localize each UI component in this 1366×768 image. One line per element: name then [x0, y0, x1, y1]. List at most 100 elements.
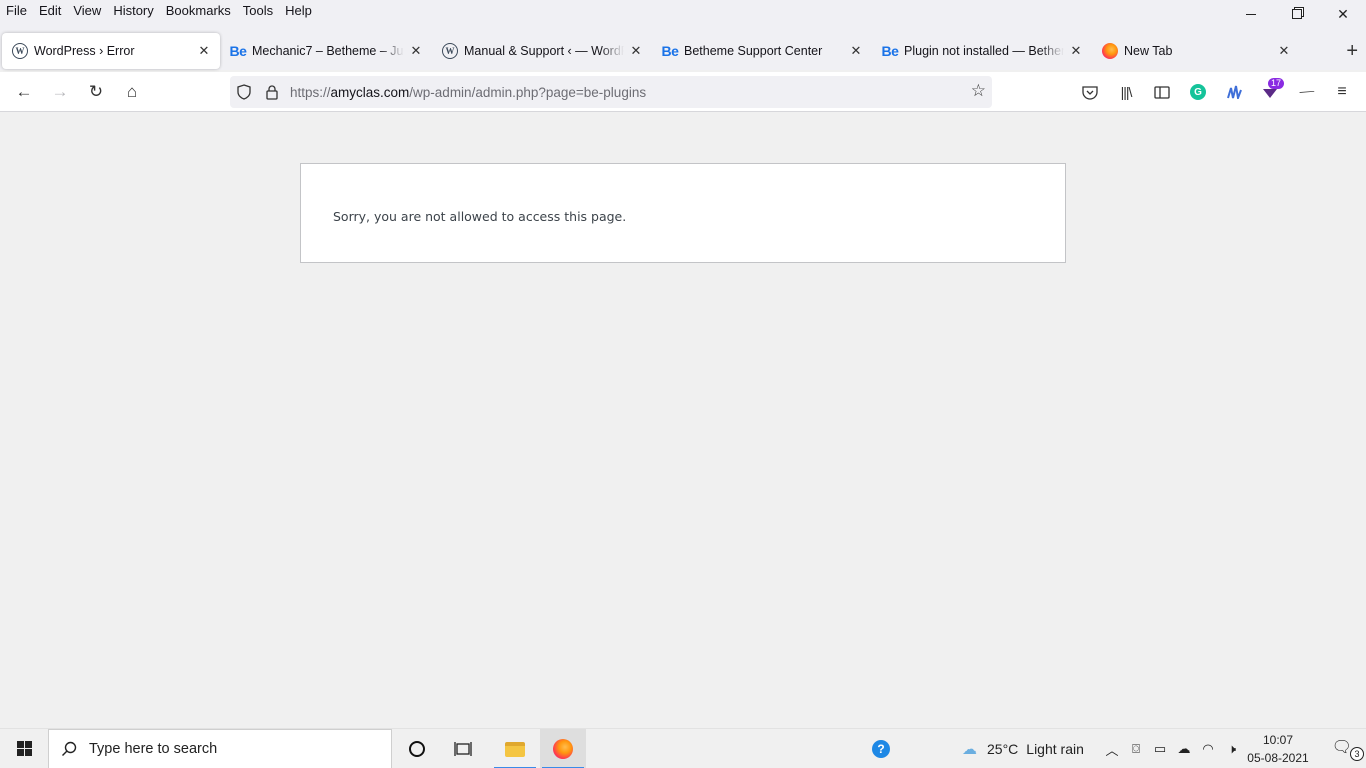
url-scheme: https:// — [290, 84, 331, 100]
wordpress-icon: W — [442, 43, 458, 59]
menu-help[interactable]: Help — [279, 0, 318, 18]
tab-close-icon[interactable]: ✕ — [1068, 43, 1084, 59]
wordpress-logo-icon: W — [442, 43, 458, 59]
help-taskbar-button[interactable]: ? — [858, 729, 904, 768]
firefox-taskbar-button[interactable] — [540, 729, 586, 768]
weather-description: Light rain — [1026, 741, 1084, 757]
file-explorer-button[interactable] — [492, 729, 538, 768]
menu-bookmarks[interactable]: Bookmarks — [160, 0, 237, 18]
library-button[interactable]: |||\ — [1108, 76, 1144, 108]
pocket-icon — [1082, 85, 1098, 100]
wordpress-logo-icon: W — [12, 43, 28, 59]
tab-title: Manual & Support ‹ — WordPress — [464, 44, 624, 58]
tab-close-icon[interactable]: ✕ — [628, 43, 644, 59]
back-arrow-icon: ← — [15, 81, 33, 101]
error-message-box: Sorry, you are not allowed to access thi… — [300, 163, 1066, 263]
chevron-up-icon[interactable]: ︿ — [1100, 740, 1124, 759]
menu-view[interactable]: View — [67, 0, 107, 18]
menu-button[interactable]: ≡ — [1324, 76, 1360, 108]
forward-button[interactable]: → — [42, 76, 78, 108]
extension-chart-button[interactable] — [1216, 76, 1252, 108]
menu-history[interactable]: History — [107, 0, 159, 18]
taskbar-search-box[interactable]: Type here to search — [48, 729, 392, 768]
url-bar[interactable]: https://amyclas.com/wp-admin/admin.php?p… — [230, 76, 992, 108]
library-icon: |||\ — [1120, 84, 1133, 100]
extension-badge-button[interactable]: 17 — [1252, 76, 1288, 108]
tab-strip: W WordPress › Error ✕ Be Mechanic7 – Bet… — [0, 32, 1366, 70]
taskbar-clock[interactable]: 10:07 05-08-2021 — [1244, 731, 1312, 767]
minimize-button[interactable] — [1228, 0, 1274, 28]
tracking-protection-shield-icon[interactable] — [230, 78, 258, 106]
meet-now-icon[interactable]: ⌼ — [1124, 741, 1148, 757]
new-tab-plus-icon[interactable]: + — [1346, 40, 1358, 63]
search-icon — [49, 741, 89, 757]
sidebar-icon — [1154, 85, 1170, 99]
tab-close-icon[interactable]: ✕ — [408, 43, 424, 59]
menu-bar: File Edit View History Bookmarks Tools H… — [0, 0, 1366, 34]
chart-extension-icon — [1227, 85, 1242, 99]
betheme-icon: Be — [662, 43, 679, 59]
toolbar-right: |||\ G 17 ⟋ ≡ — [1072, 76, 1360, 108]
bookmark-star-icon[interactable]: ☆ — [971, 81, 986, 101]
eyedropper-button[interactable]: ⟋ — [1288, 76, 1324, 108]
url-path: /wp-admin/admin.php?page=be-plugins — [409, 84, 647, 100]
onedrive-cloud-icon[interactable]: ☁ — [1172, 741, 1196, 757]
menu-tools[interactable]: Tools — [237, 0, 279, 18]
windows-taskbar: Type here to search ? ☁ 25°C Light rain … — [0, 728, 1366, 768]
weather-widget[interactable]: ☁ 25°C Light rain — [962, 729, 1084, 768]
betheme-icon: Be — [881, 43, 899, 59]
clock-time: 10:07 — [1262, 733, 1294, 747]
start-button[interactable] — [0, 729, 48, 768]
cortana-circle-icon — [409, 741, 425, 757]
home-icon: ⌂ — [126, 81, 138, 101]
betheme-logo-icon: Be — [881, 43, 899, 59]
grammarly-button[interactable]: G — [1180, 76, 1216, 108]
wifi-icon[interactable]: ◠ — [1196, 741, 1220, 757]
restore-button[interactable] — [1274, 0, 1320, 28]
back-button[interactable]: ← — [6, 76, 42, 108]
close-window-button[interactable]: ✕ — [1320, 0, 1366, 28]
cortana-button[interactable] — [394, 729, 440, 768]
weather-temperature: 25°C — [987, 741, 1019, 757]
windows-logo-icon — [16, 741, 32, 756]
tab-close-icon[interactable]: ✕ — [848, 43, 864, 59]
grammarly-icon: G — [1190, 84, 1206, 100]
tab-plugin-not-installed[interactable]: Be Plugin not installed — Betheme ✕ — [872, 33, 1092, 69]
battery-icon[interactable]: ▭ — [1148, 741, 1172, 757]
folder-icon — [505, 741, 525, 757]
tab-title: WordPress › Error — [34, 44, 135, 58]
tab-close-icon[interactable]: ✕ — [1276, 43, 1292, 59]
tab-title: Mechanic7 – Betheme – Just an — [252, 44, 404, 58]
system-tray: ︿ ⌼ ▭ ☁ ◠ 🕨 — [1100, 729, 1244, 768]
tab-wordpress-error[interactable]: W WordPress › Error ✕ — [2, 33, 220, 69]
window-controls: ✕ — [1228, 0, 1366, 28]
eyedropper-icon: ⟋ — [1296, 82, 1316, 102]
tab-close-icon[interactable]: ✕ — [196, 43, 212, 59]
extension-badge-count: 17 — [1267, 78, 1284, 89]
tab-mechanic7[interactable]: Be Mechanic7 – Betheme – Just an ✕ — [220, 33, 432, 69]
task-view-button[interactable] — [440, 729, 486, 768]
tab-title: New Tab — [1124, 44, 1173, 58]
reload-button[interactable]: ↻ — [78, 76, 114, 108]
tab-manual-support[interactable]: W Manual & Support ‹ — WordPress ✕ — [432, 33, 652, 69]
betheme-logo-icon: Be — [229, 43, 247, 59]
speaker-muted-icon[interactable]: 🕨 — [1220, 741, 1244, 757]
help-icon: ? — [872, 740, 890, 758]
tab-betheme-support[interactable]: Be Betheme Support Center ✕ — [652, 33, 872, 69]
rain-cloud-icon: ☁ — [962, 741, 977, 758]
url-text[interactable]: https://amyclas.com/wp-admin/admin.php?p… — [290, 85, 646, 100]
tab-new-tab[interactable]: New Tab ✕ — [1092, 33, 1300, 69]
forward-arrow-icon: → — [51, 81, 69, 101]
lock-icon[interactable] — [258, 78, 286, 106]
sidebar-button[interactable] — [1144, 76, 1180, 108]
menu-file[interactable]: File — [0, 0, 33, 18]
clock-date: 05-08-2021 — [1247, 751, 1309, 765]
error-message: Sorry, you are not allowed to access thi… — [333, 209, 627, 224]
reload-icon: ↻ — [88, 81, 104, 101]
tab-title: Betheme Support Center — [684, 44, 823, 58]
notification-center-icon[interactable]: 🗨 — [1332, 737, 1352, 757]
search-placeholder: Type here to search — [89, 741, 218, 757]
home-button[interactable]: ⌂ — [114, 76, 150, 108]
menu-edit[interactable]: Edit — [33, 0, 67, 18]
pocket-button[interactable] — [1072, 76, 1108, 108]
